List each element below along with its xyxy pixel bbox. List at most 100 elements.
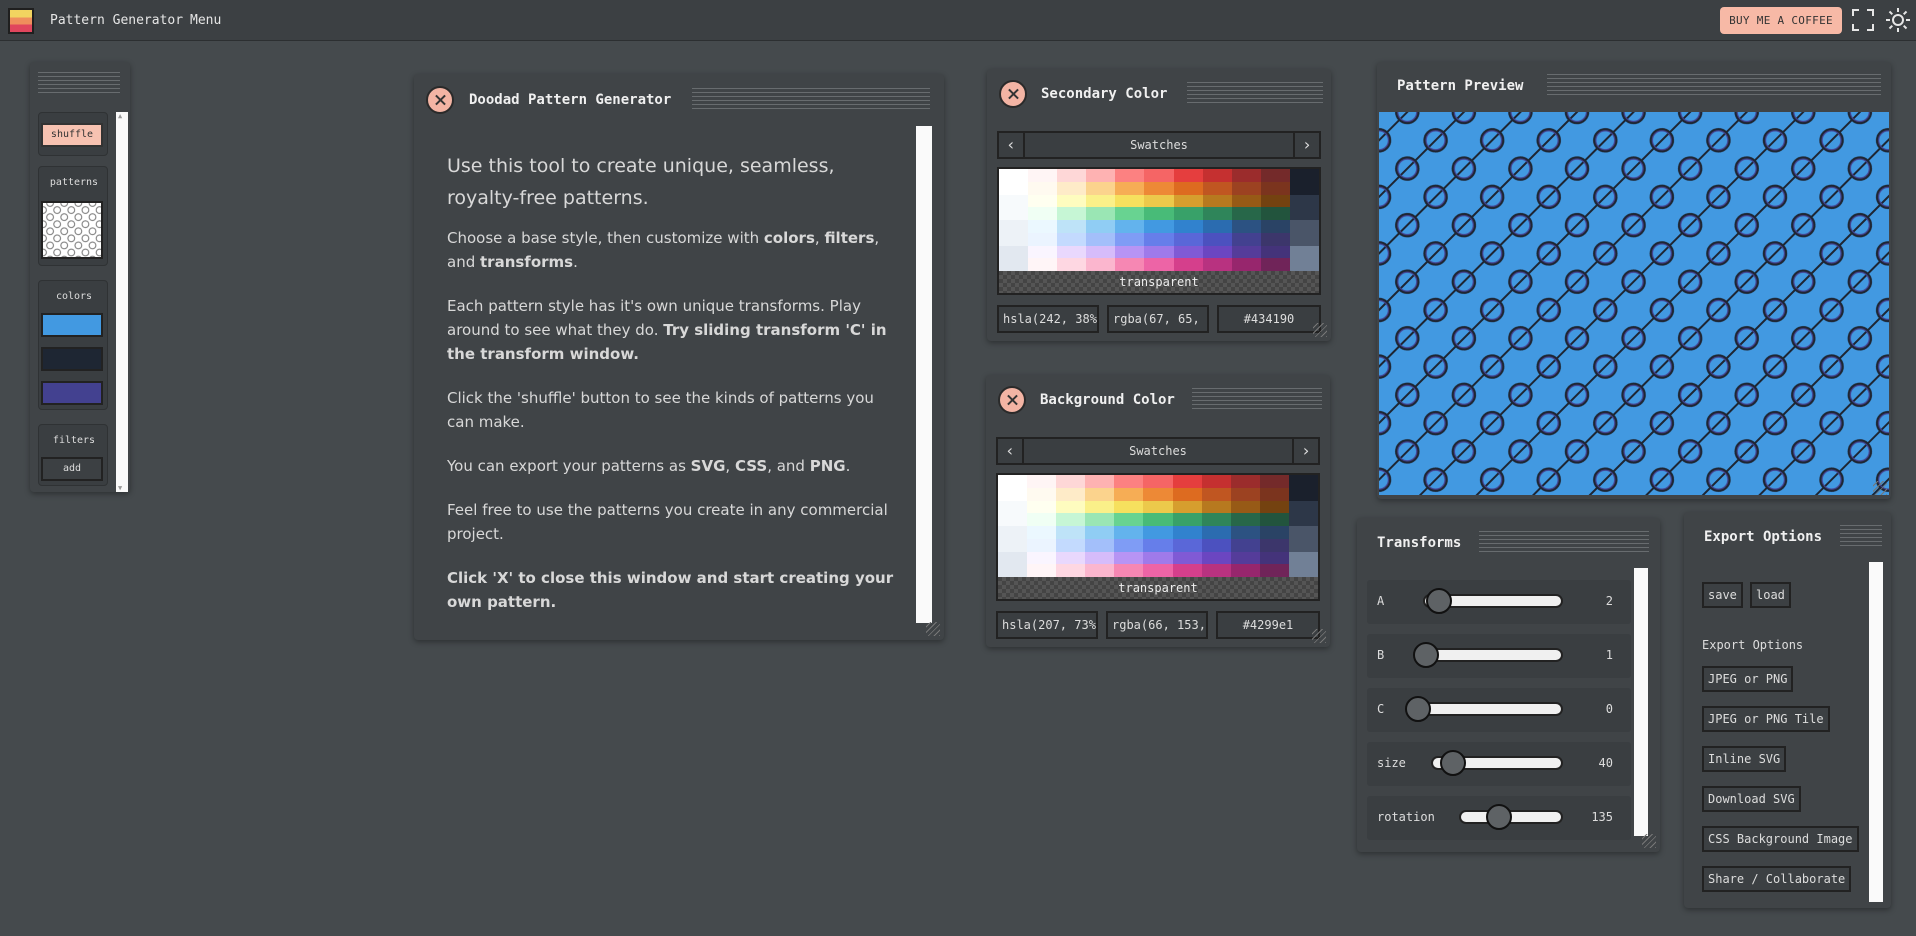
color-swatch[interactable] — [1114, 513, 1144, 526]
drag-handle[interactable] — [1187, 82, 1323, 106]
color-swatch[interactable] — [998, 475, 1028, 501]
color-swatch[interactable] — [1202, 181, 1232, 195]
color-swatch[interactable] — [1144, 169, 1174, 182]
color-swatch[interactable] — [1027, 551, 1057, 565]
swatch-column[interactable] — [1028, 169, 1058, 271]
color-swatch[interactable] — [1288, 526, 1318, 552]
rgba-field[interactable]: rgba(67, 65, — [1107, 305, 1209, 333]
swatch-palette[interactable]: transparent — [997, 167, 1321, 295]
color-swatch[interactable] — [1173, 245, 1203, 259]
color-swatch[interactable] — [1056, 475, 1086, 488]
swatch-column[interactable] — [1289, 169, 1319, 271]
color-swatch[interactable] — [1028, 181, 1058, 195]
color-swatch[interactable] — [998, 551, 1028, 577]
color-swatch[interactable] — [1231, 169, 1261, 182]
hex-field[interactable]: #4299e1 — [1216, 611, 1320, 639]
color-swatch[interactable] — [1085, 500, 1115, 514]
color-swatch[interactable] — [999, 194, 1029, 220]
color-swatch[interactable] — [1144, 245, 1174, 259]
color-swatch[interactable] — [1231, 245, 1261, 259]
color-swatch[interactable] — [1230, 487, 1260, 501]
transparent-option[interactable]: transparent — [999, 271, 1319, 293]
resize-handle-icon[interactable] — [1313, 323, 1327, 337]
swatch-column[interactable] — [1056, 475, 1086, 577]
hsla-field[interactable]: hsla(207, 73% — [996, 611, 1098, 639]
swatch-palette[interactable]: transparent — [996, 473, 1320, 601]
color-swatch[interactable] — [1201, 526, 1231, 539]
app-logo-icon[interactable] — [8, 8, 34, 34]
color-swatch[interactable] — [1114, 538, 1144, 552]
primary-color-swatch[interactable] — [41, 313, 103, 337]
resize-handle-icon[interactable] — [1642, 834, 1656, 848]
color-swatch[interactable] — [1057, 169, 1087, 182]
line-color-swatch[interactable] — [41, 347, 103, 371]
color-swatch[interactable] — [1085, 564, 1115, 577]
add-filter-button[interactable]: add — [41, 457, 103, 481]
color-swatch[interactable] — [998, 500, 1028, 526]
color-swatch[interactable] — [1085, 475, 1115, 488]
color-swatch[interactable] — [1173, 220, 1203, 233]
background-color-header[interactable]: Background Color — [986, 375, 1330, 425]
save-button[interactable]: save — [1702, 582, 1743, 608]
color-swatch[interactable] — [1056, 538, 1086, 552]
color-swatch[interactable] — [1114, 475, 1144, 488]
color-swatch[interactable] — [1230, 526, 1260, 539]
color-swatch[interactable] — [1057, 258, 1087, 271]
color-swatch[interactable] — [1027, 500, 1057, 514]
resize-handle-icon[interactable] — [1312, 629, 1326, 643]
color-swatch[interactable] — [1086, 220, 1116, 233]
close-icon[interactable] — [999, 80, 1027, 108]
swatch-column[interactable] — [1201, 475, 1231, 577]
color-swatch[interactable] — [1143, 487, 1173, 501]
color-swatch[interactable] — [1260, 207, 1290, 220]
swatch-column[interactable] — [1288, 475, 1318, 577]
color-swatch[interactable] — [1144, 207, 1174, 220]
swatch-column[interactable] — [1202, 169, 1232, 271]
swatch-column[interactable] — [1085, 475, 1115, 577]
color-swatch[interactable] — [1173, 258, 1203, 271]
export-option-button[interactable]: JPEG or PNG — [1702, 666, 1794, 692]
color-swatch[interactable] — [1027, 487, 1057, 501]
color-swatch[interactable] — [1143, 513, 1173, 526]
color-swatch[interactable] — [1201, 564, 1231, 577]
color-swatch[interactable] — [1115, 207, 1145, 220]
color-swatch[interactable] — [1086, 181, 1116, 195]
fullscreen-icon[interactable] — [1852, 9, 1874, 31]
color-swatch[interactable] — [1143, 538, 1173, 552]
swatch-column[interactable] — [998, 475, 1028, 577]
color-swatch[interactable] — [1201, 538, 1231, 552]
color-swatch[interactable] — [1115, 181, 1145, 195]
slider-knob[interactable] — [1486, 804, 1512, 830]
color-swatch[interactable] — [1201, 513, 1231, 526]
color-swatch[interactable] — [1259, 526, 1289, 539]
color-swatch[interactable] — [1144, 181, 1174, 195]
color-swatch[interactable] — [1202, 232, 1232, 246]
color-swatch[interactable] — [1028, 258, 1058, 271]
color-swatch[interactable] — [1260, 181, 1290, 195]
color-swatch[interactable] — [1201, 475, 1231, 488]
chevron-right-icon[interactable]: › — [1295, 133, 1319, 157]
drag-handle[interactable] — [1192, 388, 1322, 412]
color-swatch[interactable] — [1173, 194, 1203, 208]
pattern-preview-header[interactable]: Pattern Preview — [1377, 62, 1891, 112]
color-swatch[interactable] — [1143, 551, 1173, 565]
rgba-field[interactable]: rgba(66, 153, — [1106, 611, 1208, 639]
color-swatch[interactable] — [1085, 513, 1115, 526]
color-swatch[interactable] — [1230, 564, 1260, 577]
color-swatch[interactable] — [1028, 232, 1058, 246]
color-swatch[interactable] — [1259, 500, 1289, 514]
drag-handle[interactable] — [38, 72, 120, 96]
swatch-column[interactable] — [1027, 475, 1057, 577]
info-scrollbar[interactable] — [916, 126, 932, 623]
drag-handle[interactable] — [1479, 531, 1649, 555]
color-swatch[interactable] — [1260, 258, 1290, 271]
color-swatch[interactable] — [1143, 526, 1173, 539]
color-swatch[interactable] — [1231, 220, 1261, 233]
pattern-thumbnail[interactable] — [41, 201, 103, 259]
color-swatch[interactable] — [1086, 245, 1116, 259]
color-swatch[interactable] — [1201, 500, 1231, 514]
info-window-header[interactable]: Doodad Pattern Generator — [414, 74, 944, 124]
color-swatch[interactable] — [1173, 207, 1203, 220]
color-swatch[interactable] — [1114, 526, 1144, 539]
color-swatch[interactable] — [1260, 169, 1290, 182]
